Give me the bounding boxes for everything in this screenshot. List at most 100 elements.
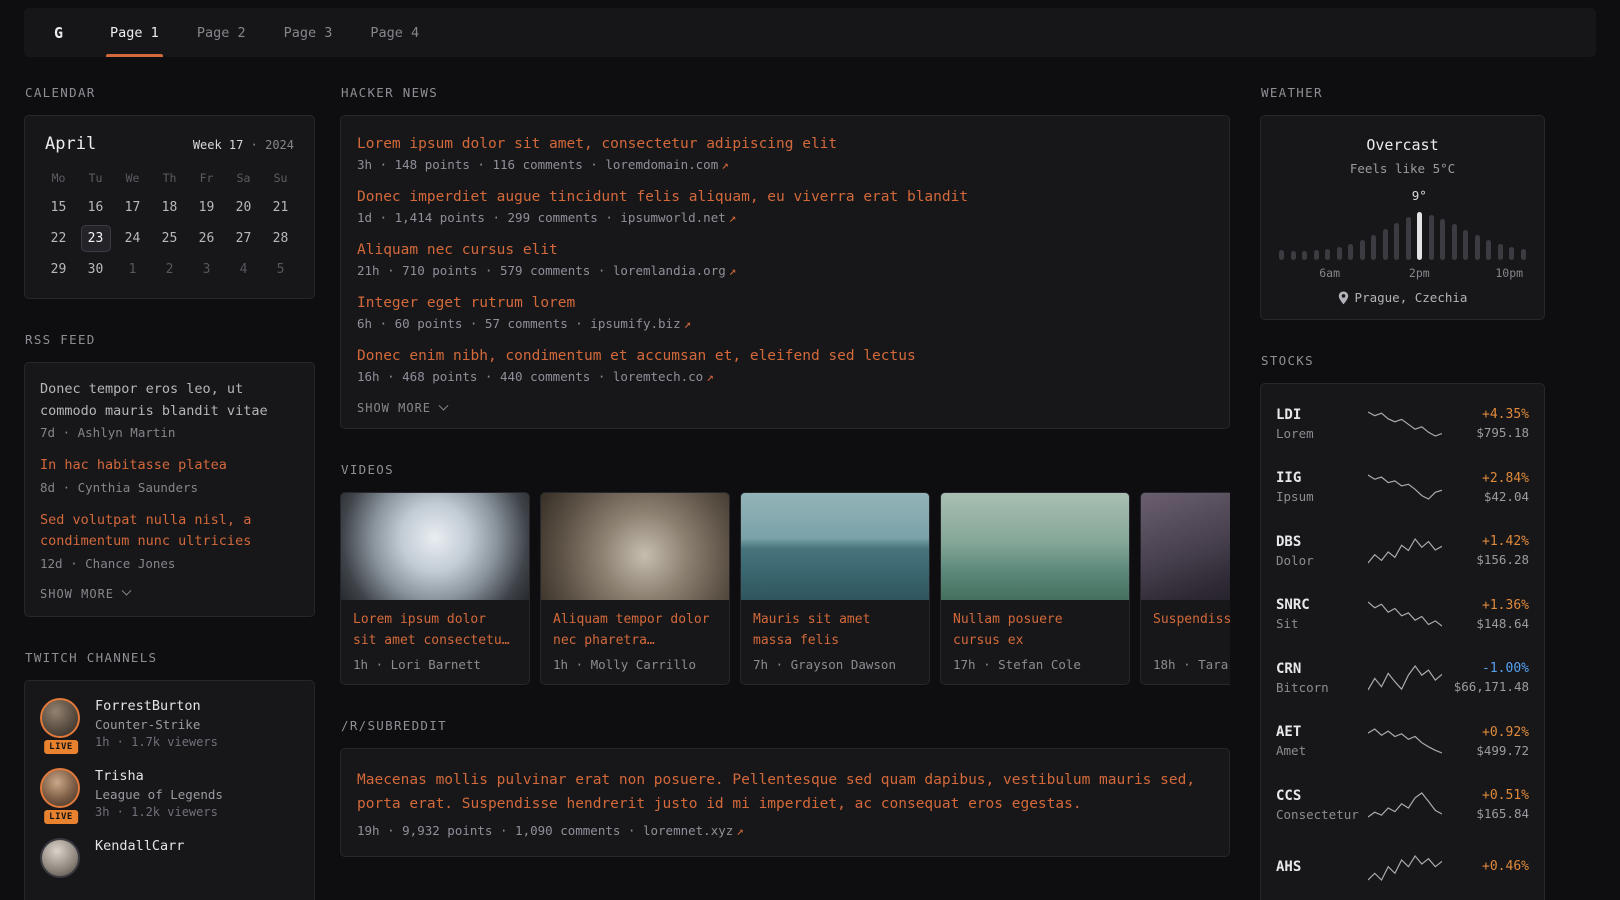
subreddit-widget: Maecenas mollis pulvinar erat non posuer… <box>340 748 1230 857</box>
twitch-channel-row[interactable]: KendallCarr <box>40 838 299 878</box>
video-title: Nullam posuere cursus ex <box>953 610 1117 651</box>
calendar-day-selected: 23 <box>81 225 111 252</box>
rss-item: Donec tempor eros leo, ut commodo mauris… <box>40 379 299 440</box>
stock-values: +1.36% $148.64 <box>1442 598 1529 631</box>
stock-symbol: CRN <box>1276 661 1368 677</box>
video-thumbnail <box>741 493 929 600</box>
weather-location-text: Prague, Czechia <box>1355 290 1468 305</box>
stock-name: Sit <box>1276 616 1368 631</box>
twitch-channel-row[interactable]: LIVE ForrestBurton Counter-Strike 1h · 1… <box>40 698 299 749</box>
tab-page-2[interactable]: Page 2 <box>187 8 256 57</box>
calendar-day: 20 <box>225 192 262 223</box>
hn-story-link[interactable]: Lorem ipsum dolor sit amet, consectetur … <box>357 136 1213 152</box>
rss-item-link[interactable]: Sed volutpat nulla nisl, a condimentum n… <box>40 510 299 553</box>
stock-row[interactable]: AET Amet +0.92% $499.72 <box>1276 710 1529 774</box>
stock-row[interactable]: CCS Consectetur +0.51% $165.84 <box>1276 773 1529 837</box>
calendar-day-next-month: 2 <box>151 254 188 285</box>
rss-item-link[interactable]: Donec tempor eros leo, ut commodo mauris… <box>40 379 299 422</box>
hn-show-more-label: SHOW MORE <box>357 401 431 415</box>
stock-row[interactable]: IIG Ipsum +2.84% $42.04 <box>1276 456 1529 520</box>
stock-id: AET Amet <box>1276 724 1368 758</box>
external-link-icon[interactable]: ↗ <box>721 157 729 172</box>
video-title: Suspendisse diam <box>1153 610 1230 651</box>
section-title-stocks: STOCKS <box>1261 353 1545 368</box>
hn-story-link[interactable]: Integer eget rutrum lorem <box>357 295 1213 311</box>
calendar-year: 2024 <box>265 138 294 152</box>
section-title-twitch: TWITCH CHANNELS <box>25 650 315 665</box>
hn-story-link[interactable]: Donec imperdiet augue tincidunt felis al… <box>357 189 1213 205</box>
rss-show-more-label: SHOW MORE <box>40 587 114 601</box>
stock-row[interactable]: DBS Dolor +1.42% $156.28 <box>1276 519 1529 583</box>
rss-section: RSS FEED Donec tempor eros leo, ut commo… <box>24 332 315 617</box>
external-link-icon[interactable]: ↗ <box>729 210 737 225</box>
calendar-day: 21 <box>262 192 299 223</box>
stock-name: Amet <box>1276 743 1368 758</box>
external-link-icon[interactable]: ↗ <box>729 263 737 278</box>
rss-show-more-button[interactable]: SHOW MORE <box>40 587 130 601</box>
video-body: Lorem ipsum dolor sit amet consectetu… 1… <box>341 600 529 684</box>
twitch-channel-meta: 1h · 1.7k viewers <box>95 735 218 749</box>
twitch-channel-row[interactable]: LIVE Trisha League of Legends 3h · 1.2k … <box>40 768 299 819</box>
calendar-dow: Tu <box>77 164 114 192</box>
twitch-channel-name: Trisha <box>95 768 223 784</box>
stock-row[interactable]: LDI Lorem +4.35% $795.18 <box>1276 392 1529 456</box>
stock-id: AHS <box>1276 859 1368 878</box>
video-meta: 1h · Lori Barnett <box>353 657 517 672</box>
stock-values: +4.35% $795.18 <box>1442 407 1529 440</box>
stock-name: Dolor <box>1276 553 1368 568</box>
video-thumbnail <box>941 493 1129 600</box>
rss-item-link[interactable]: In hac habitasse platea <box>40 455 299 477</box>
stock-symbol: LDI <box>1276 407 1368 423</box>
app-logo[interactable]: G <box>40 8 77 57</box>
stock-price: $165.84 <box>1442 806 1529 821</box>
stock-row[interactable]: AHS +0.46% <box>1276 837 1529 900</box>
calendar-day-next-month: 4 <box>225 254 262 285</box>
tab-page-4[interactable]: Page 4 <box>360 8 429 57</box>
twitch-channel-meta: 3h · 1.2k viewers <box>95 805 223 819</box>
video-body: Suspendisse diam 18h · Tara <box>1141 600 1230 684</box>
video-meta: 7h · Grayson Dawson <box>753 657 917 672</box>
stock-id: CRN Bitcorn <box>1276 661 1368 695</box>
stock-change: +1.36% <box>1442 598 1529 613</box>
tab-page-3[interactable]: Page 3 <box>274 8 343 57</box>
stock-sparkline <box>1368 409 1442 439</box>
video-card[interactable]: Mauris sit amet massa felis 7h · Grayson… <box>740 492 930 685</box>
video-card[interactable]: Aliquam tempor dolor nec pharetra… 1h · … <box>540 492 730 685</box>
video-card[interactable]: Lorem ipsum dolor sit amet consectetu… 1… <box>340 492 530 685</box>
stock-sparkline <box>1368 663 1442 693</box>
tab-page-1[interactable]: Page 1 <box>100 8 169 57</box>
stock-id: LDI Lorem <box>1276 407 1368 441</box>
weather-chart: 9° 6am 2pm 10pm <box>1279 188 1526 280</box>
stock-sparkline <box>1368 726 1442 756</box>
video-body: Nullam posuere cursus ex 17h · Stefan Co… <box>941 600 1129 684</box>
hn-story: Donec enim nibh, condimentum et accumsan… <box>357 348 1213 384</box>
rss-item: Sed volutpat nulla nisl, a condimentum n… <box>40 510 299 571</box>
hn-story-link[interactable]: Aliquam nec cursus elit <box>357 242 1213 258</box>
video-card[interactable]: Suspendisse diam 18h · Tara <box>1140 492 1230 685</box>
videos-section: VIDEOS Lorem ipsum dolor sit amet consec… <box>340 462 1230 685</box>
calendar-day: 19 <box>188 192 225 223</box>
subreddit-post-link[interactable]: Maecenas mollis pulvinar erat non posuer… <box>357 769 1213 817</box>
external-link-icon[interactable]: ↗ <box>684 316 692 331</box>
stock-price: $156.28 <box>1442 552 1529 567</box>
calendar-day-next-month: 3 <box>188 254 225 285</box>
video-meta: 1h · Molly Carrillo <box>553 657 717 672</box>
external-link-icon[interactable]: ↗ <box>736 823 744 838</box>
stock-row[interactable]: SNRC Sit +1.36% $148.64 <box>1276 583 1529 647</box>
stock-id: CCS Consectetur <box>1276 788 1368 822</box>
stock-row[interactable]: CRN Bitcorn -1.00% $66,171.48 <box>1276 646 1529 710</box>
stock-id: IIG Ipsum <box>1276 470 1368 504</box>
stock-values: +0.51% $165.84 <box>1442 788 1529 821</box>
video-card[interactable]: Nullam posuere cursus ex 17h · Stefan Co… <box>940 492 1130 685</box>
hn-show-more-button[interactable]: SHOW MORE <box>357 401 447 415</box>
video-title: Mauris sit amet massa felis <box>753 610 917 651</box>
external-link-icon[interactable]: ↗ <box>706 369 714 384</box>
subreddit-section: /R/SUBREDDIT Maecenas mollis pulvinar er… <box>340 718 1230 857</box>
hn-story: Aliquam nec cursus elit 21h · 710 points… <box>357 242 1213 278</box>
hn-story-meta: 3h · 148 points · 116 comments · loremdo… <box>357 157 1213 172</box>
hn-story-link[interactable]: Donec enim nibh, condimentum et accumsan… <box>357 348 1213 364</box>
stocks-widget: LDI Lorem +4.35% $795.18 IIG Ipsum <box>1260 383 1545 900</box>
rss-widget: Donec tempor eros leo, ut commodo mauris… <box>24 362 315 617</box>
calendar-day: 17 <box>114 192 151 223</box>
rss-item-meta: 12d · Chance Jones <box>40 556 299 571</box>
